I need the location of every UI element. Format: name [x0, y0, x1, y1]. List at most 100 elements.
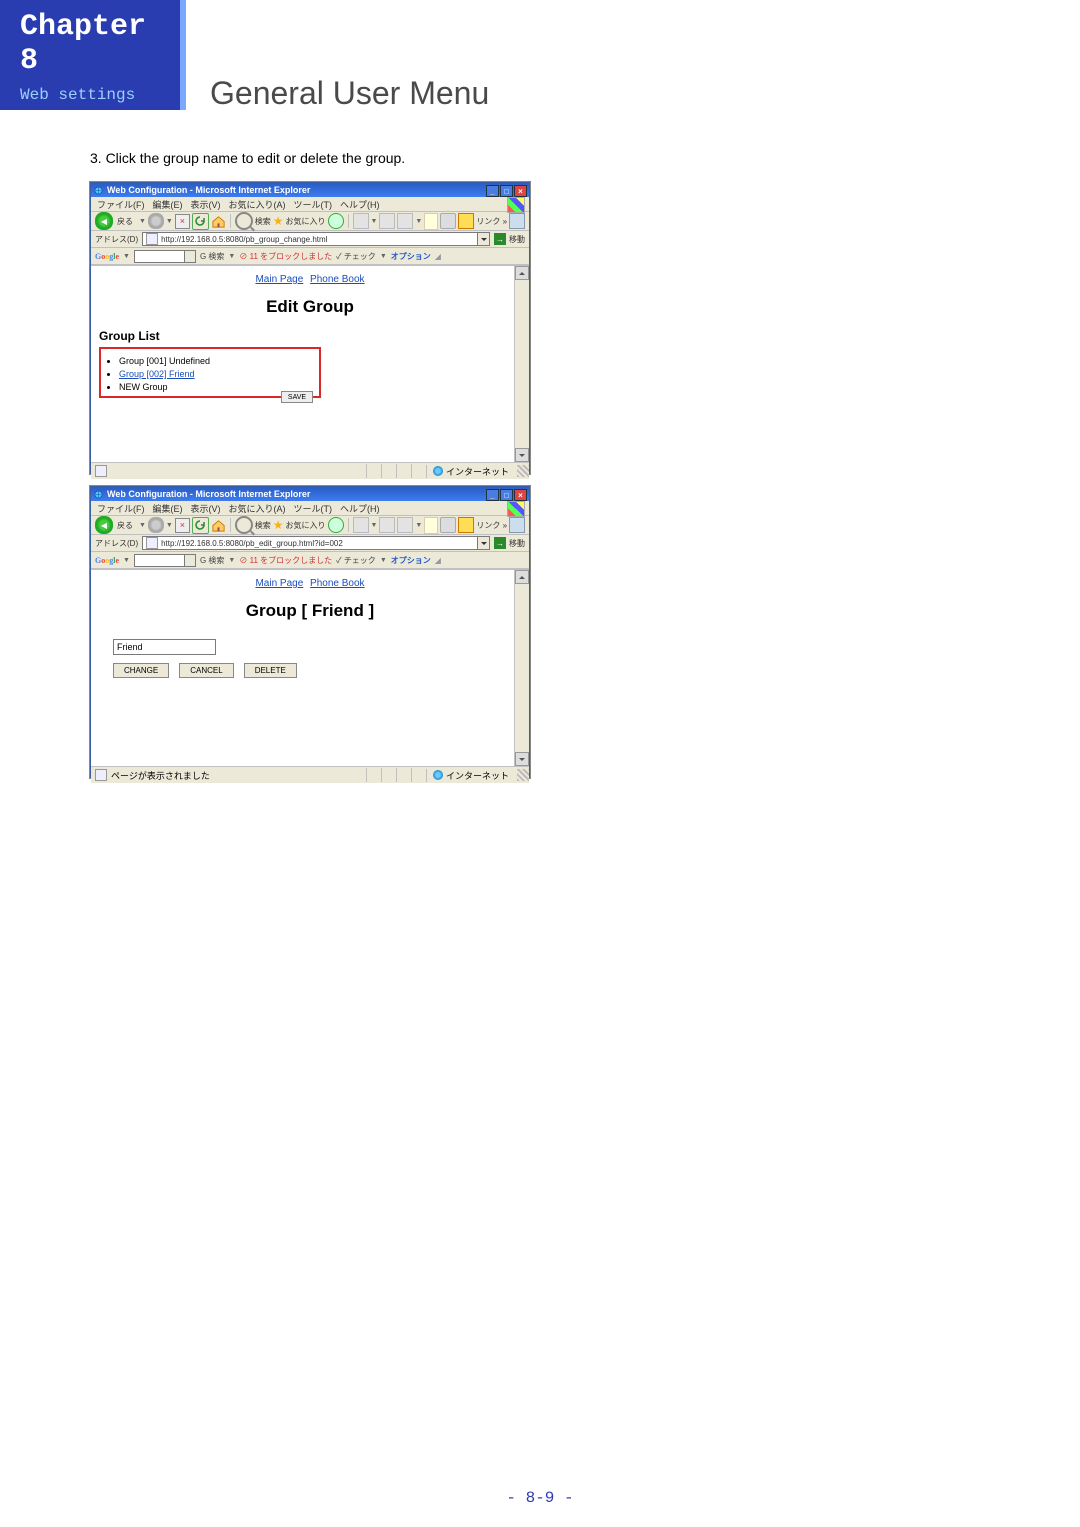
toolbar: ◀ 戻る ▼ ▼ × 検索 ★ お気に入り ▼ ▼ リンク »: [91, 212, 529, 231]
group-link-friend[interactable]: Group [002] Friend: [119, 369, 195, 379]
group-name-input[interactable]: [113, 639, 216, 655]
refresh-button[interactable]: [192, 213, 209, 230]
menu-file[interactable]: ファイル(F): [97, 502, 145, 515]
google-more-icon[interactable]: ◢: [435, 252, 441, 261]
favorites-label: お気に入り: [286, 216, 326, 227]
print-button[interactable]: [379, 213, 395, 229]
stop-button[interactable]: ×: [175, 518, 190, 533]
address-label: アドレス(D): [91, 538, 142, 549]
edit-button[interactable]: [397, 213, 413, 229]
go-button[interactable]: →移動: [494, 537, 525, 549]
menu-favorites[interactable]: お気に入り(A): [229, 198, 286, 211]
forward-button[interactable]: [148, 517, 164, 533]
menu-favorites[interactable]: お気に入り(A): [229, 502, 286, 515]
resize-grip[interactable]: [517, 465, 529, 477]
google-check[interactable]: ✓ チェック: [336, 555, 376, 566]
back-button[interactable]: ◀: [95, 516, 113, 534]
link-phone-book[interactable]: Phone Book: [310, 578, 365, 589]
menu-view[interactable]: 表示(V): [191, 502, 221, 515]
menu-help[interactable]: ヘルプ(H): [340, 198, 380, 211]
menu-tools[interactable]: ツール(T): [294, 502, 333, 515]
menu-bar: ファイル(F) 編集(E) 表示(V) お気に入り(A) ツール(T) ヘルプ(…: [91, 197, 529, 212]
notes-button[interactable]: [424, 213, 438, 230]
scrollbar[interactable]: [514, 266, 529, 462]
google-logo[interactable]: Google: [95, 556, 119, 565]
menu-edit[interactable]: 編集(E): [153, 502, 183, 515]
maximize-button[interactable]: □: [500, 489, 513, 501]
cancel-button[interactable]: CANCEL: [179, 663, 233, 678]
menu-tools[interactable]: ツール(T): [294, 198, 333, 211]
menu-file[interactable]: ファイル(F): [97, 198, 145, 211]
change-button[interactable]: CHANGE: [113, 663, 169, 678]
google-blocked[interactable]: ⊘ 11 をブロックしました: [239, 555, 332, 566]
notes-button[interactable]: [424, 517, 438, 534]
group-list-highlight: Group [001] Undefined Group [002] Friend…: [99, 347, 321, 398]
tools-button[interactable]: [440, 517, 456, 533]
search-label: 検索: [255, 216, 271, 227]
home-button[interactable]: [211, 214, 226, 229]
resize-grip[interactable]: [517, 769, 529, 781]
address-input[interactable]: http://192.168.0.5:8080/pb_group_change.…: [142, 232, 490, 246]
go-button[interactable]: →移動: [494, 233, 525, 245]
link-icon[interactable]: [509, 213, 525, 229]
google-more-icon[interactable]: ◢: [435, 556, 441, 565]
google-logo[interactable]: Google: [95, 252, 119, 261]
page-title: General User Menu: [210, 75, 489, 112]
links-label[interactable]: リンク »: [476, 216, 507, 227]
maximize-button[interactable]: □: [500, 185, 513, 197]
extra-button[interactable]: [458, 517, 474, 533]
delete-button[interactable]: DELETE: [244, 663, 297, 678]
link-main-page[interactable]: Main Page: [255, 578, 303, 589]
forward-button[interactable]: [148, 213, 164, 229]
content-pane-group-friend: Main Page Phone Book Group [ Friend ] CH…: [91, 569, 529, 766]
link-main-page[interactable]: Main Page: [255, 274, 303, 285]
google-search-input[interactable]: [134, 250, 196, 263]
menu-edit[interactable]: 編集(E): [153, 198, 183, 211]
window-title-bar[interactable]: Web Configuration - Microsoft Internet E…: [91, 487, 529, 501]
minimize-button[interactable]: _: [486, 489, 499, 501]
favorites-icon[interactable]: ★: [273, 518, 284, 532]
google-search-label[interactable]: G 検索: [200, 251, 224, 262]
menu-view[interactable]: 表示(V): [191, 198, 221, 211]
google-options[interactable]: オプション: [391, 251, 431, 262]
heading-group-friend: Group [ Friend ]: [91, 601, 529, 621]
google-search-input[interactable]: [134, 554, 196, 567]
favorites-icon[interactable]: ★: [273, 214, 284, 228]
scrollbar[interactable]: [514, 570, 529, 766]
link-icon[interactable]: [509, 517, 525, 533]
tools-button[interactable]: [440, 213, 456, 229]
history-button[interactable]: [328, 213, 344, 229]
search-icon[interactable]: [235, 212, 253, 230]
google-blocked[interactable]: ⊘ 11 をブロックしました: [239, 251, 332, 262]
google-search-label[interactable]: G 検索: [200, 555, 224, 566]
stop-button[interactable]: ×: [175, 214, 190, 229]
address-label: アドレス(D): [91, 234, 142, 245]
window-title-bar[interactable]: Web Configuration - Microsoft Internet E…: [91, 183, 529, 197]
print-button[interactable]: [379, 517, 395, 533]
home-button[interactable]: [211, 518, 226, 533]
address-dropdown[interactable]: [477, 233, 489, 245]
edit-button[interactable]: [397, 517, 413, 533]
heading-edit-group: Edit Group: [91, 297, 529, 317]
mail-button[interactable]: [353, 517, 369, 533]
refresh-button[interactable]: [192, 517, 209, 534]
history-button[interactable]: [328, 517, 344, 533]
save-button-partial[interactable]: SAVE: [281, 391, 313, 403]
menu-help[interactable]: ヘルプ(H): [340, 502, 380, 515]
address-dropdown[interactable]: [477, 537, 489, 549]
google-options[interactable]: オプション: [391, 555, 431, 566]
google-check[interactable]: ✓ チェック: [336, 251, 376, 262]
links-label[interactable]: リンク »: [476, 520, 507, 531]
link-phone-book[interactable]: Phone Book: [310, 274, 365, 285]
back-button[interactable]: ◀: [95, 212, 113, 230]
close-button[interactable]: ×: [514, 185, 527, 197]
address-input[interactable]: http://192.168.0.5:8080/pb_edit_group.ht…: [142, 536, 490, 550]
window-title: Web Configuration - Microsoft Internet E…: [107, 489, 310, 499]
chapter-tab: Chapter 8 Web settings: [0, 0, 180, 110]
extra-button[interactable]: [458, 213, 474, 229]
ie-icon: [94, 186, 103, 195]
minimize-button[interactable]: _: [486, 185, 499, 197]
close-button[interactable]: ×: [514, 489, 527, 501]
search-icon[interactable]: [235, 516, 253, 534]
mail-button[interactable]: [353, 213, 369, 229]
